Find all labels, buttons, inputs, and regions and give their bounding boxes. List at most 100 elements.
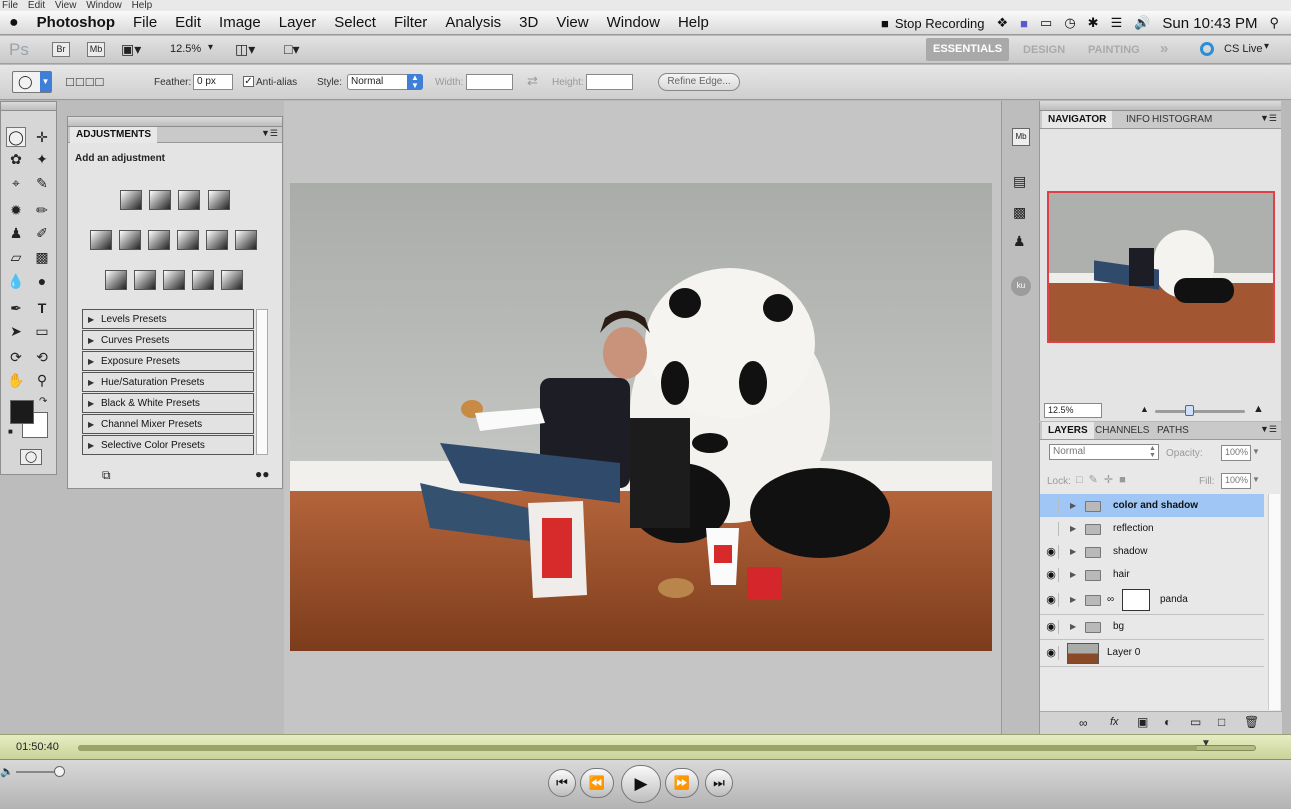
navigator-zoom-slider[interactable] — [1155, 410, 1245, 413]
move-tool-icon[interactable]: ✛ — [32, 127, 52, 147]
opacity-dropdown-icon[interactable]: ▼ — [1252, 447, 1260, 456]
workspace-design[interactable]: DESIGN — [1023, 44, 1065, 56]
menu-window[interactable]: Window — [598, 14, 669, 31]
layer-row-bg[interactable]: ◉ ▶ bg — [1040, 615, 1264, 640]
zoom-level-select[interactable]: 12.5% — [170, 43, 201, 55]
volume-icon[interactable]: 🔊 — [1134, 15, 1150, 31]
3d-orbit-tool-icon[interactable]: ⟲ — [32, 347, 52, 367]
gradient-tool-icon[interactable]: ▩ — [32, 247, 52, 267]
clock[interactable]: Sun 10:43 PM — [1162, 15, 1257, 32]
preset-exposure[interactable]: Exposure Presets — [82, 351, 254, 371]
antialias-checkbox[interactable]: ✓ — [243, 76, 254, 87]
group-expand-icon[interactable]: ▶ — [1070, 494, 1076, 518]
feather-input[interactable]: 0 px — [193, 74, 233, 90]
layer-row-reflection[interactable]: ▶ reflection — [1040, 517, 1264, 542]
hand-tool-icon[interactable]: ✋ — [6, 370, 26, 390]
document-canvas[interactable] — [290, 183, 992, 651]
brush-tool-icon[interactable]: ✏ — [32, 200, 52, 220]
default-colors-icon[interactable]: ■ — [8, 427, 13, 436]
delete-layer-icon[interactable]: 🗑 — [1244, 715, 1259, 729]
path-selection-tool-icon[interactable]: ➤ — [6, 321, 26, 341]
os-menu-view[interactable]: View — [55, 0, 77, 11]
spotlight-search-icon[interactable]: ⚲ — [1269, 15, 1279, 31]
healing-brush-tool-icon[interactable]: ✹ — [6, 200, 26, 220]
new-adjustment-layer-icon[interactable]: ◐ — [1164, 715, 1171, 729]
expand-view-icon[interactable]: ⧉ — [102, 468, 111, 483]
fill-input[interactable]: 100% — [1221, 473, 1251, 489]
preset-levels[interactable]: Levels Presets — [82, 309, 254, 329]
eye-icon[interactable]: ◉ — [1044, 646, 1059, 660]
foreground-color-swatch[interactable] — [10, 400, 34, 424]
navigator-thumbnail[interactable] — [1047, 191, 1275, 343]
selection-mode-icons[interactable]: □□□□ — [66, 74, 105, 89]
tools-panel-header[interactable] — [1, 102, 56, 111]
blend-mode-arrows-icon[interactable]: ▲ ▼ — [1149, 445, 1156, 459]
menu-image[interactable]: Image — [210, 14, 270, 31]
menu-3d[interactable]: 3D — [510, 14, 547, 31]
swap-colors-icon[interactable]: ↷ — [39, 396, 47, 407]
new-layer-icon[interactable]: □ — [1218, 715, 1225, 729]
refine-edge-button[interactable]: Refine Edge... — [658, 73, 740, 91]
menu-view[interactable]: View — [547, 14, 597, 31]
group-expand-icon[interactable]: ▶ — [1070, 563, 1076, 587]
player-playhead-icon[interactable]: ▼ — [1201, 738, 1211, 749]
tab-histogram[interactable]: HISTOGRAM — [1146, 111, 1218, 128]
eye-icon[interactable]: ◉ — [1044, 545, 1059, 559]
play-button[interactable]: ▶ — [621, 765, 661, 803]
pen-tool-icon[interactable]: ✒ — [6, 298, 26, 318]
preset-selective-color[interactable]: Selective Color Presets — [82, 435, 254, 455]
add-mask-icon[interactable]: ▣ — [1137, 715, 1148, 729]
preset-hue-saturation[interactable]: Hue/Saturation Presets — [82, 372, 254, 392]
visibility-toggle[interactable] — [1044, 522, 1059, 536]
bluetooth-icon[interactable]: ✱ — [1088, 15, 1099, 31]
navigator-zoom-slider-thumb[interactable] — [1185, 405, 1194, 416]
workspace-essentials[interactable]: ESSENTIALS — [926, 38, 1010, 61]
tab-navigator[interactable]: NAVIGATOR — [1042, 111, 1113, 128]
group-expand-icon[interactable]: ▶ — [1070, 615, 1076, 639]
view-extras-icon[interactable]: ▣▾ — [121, 41, 141, 58]
menu-select[interactable]: Select — [325, 14, 385, 31]
preset-curves[interactable]: Curves Presets — [82, 330, 254, 350]
fast-forward-button[interactable]: ⏩ — [665, 768, 699, 798]
mask-link-icon[interactable]: ∞ — [1107, 586, 1114, 614]
history-brush-tool-icon[interactable]: ✐ — [32, 223, 52, 243]
layer-row-panda[interactable]: ◉ ▶ ∞ panda — [1040, 586, 1264, 615]
group-expand-icon[interactable]: ▶ — [1070, 517, 1076, 541]
navigator-panel-menu-icon[interactable]: ▼☰ — [1260, 113, 1277, 124]
clone-stamp-tool-icon[interactable]: ♟ — [6, 223, 26, 243]
menu-app-name[interactable]: Photoshop — [28, 14, 124, 31]
layer-row-hair[interactable]: ◉ ▶ hair — [1040, 563, 1264, 588]
tab-channels[interactable]: CHANNELS — [1089, 422, 1155, 439]
lock-icons[interactable]: □✎✛■ — [1076, 473, 1132, 486]
menu-file[interactable]: File — [124, 14, 166, 31]
visibility-toggle[interactable] — [1044, 499, 1059, 513]
preset-black-white[interactable]: Black & White Presets — [82, 393, 254, 413]
navigator-panel-grip[interactable] — [1040, 101, 1281, 111]
menu-help[interactable]: Help — [669, 14, 718, 31]
zoom-dropdown-icon[interactable]: ▾ — [208, 42, 213, 53]
eye-icon[interactable]: ◉ — [1044, 568, 1059, 582]
cs-live-icon[interactable] — [1200, 42, 1214, 56]
os-menu-file[interactable]: File — [2, 0, 18, 11]
crop-tool-icon[interactable]: ⌖ — [6, 173, 26, 193]
app-status-icon[interactable]: ■ — [1020, 16, 1028, 31]
screen-mode-icon[interactable]: □▾ — [284, 41, 299, 58]
display-icon[interactable]: ▭ — [1040, 15, 1052, 31]
zoom-in-icon[interactable]: ▲ — [1253, 403, 1264, 415]
wifi-icon[interactable]: ☰ — [1111, 15, 1123, 31]
layers-scrollbar[interactable] — [1268, 494, 1280, 710]
layer-style-icon[interactable]: fx — [1110, 716, 1119, 728]
os-menu-window[interactable]: Window — [86, 0, 122, 11]
zoom-out-icon[interactable]: ▲ — [1140, 404, 1149, 414]
os-menu-help[interactable]: Help — [132, 0, 153, 11]
blur-tool-icon[interactable]: 💧 — [6, 271, 26, 291]
magic-wand-tool-icon[interactable]: ✦ — [32, 149, 52, 169]
link-layers-icon[interactable]: ∞ — [1079, 716, 1088, 730]
volume-low-icon[interactable]: 🔈 — [0, 765, 14, 778]
eraser-tool-icon[interactable]: ▱ — [6, 247, 26, 267]
fill-dropdown-icon[interactable]: ▼ — [1252, 475, 1260, 484]
swap-dimensions-icon[interactable]: ⇄ — [527, 73, 538, 89]
preset-channel-mixer[interactable]: Channel Mixer Presets — [82, 414, 254, 434]
presets-scrollbar[interactable] — [256, 309, 268, 455]
lasso-tool-icon[interactable]: ✿ — [6, 149, 26, 169]
